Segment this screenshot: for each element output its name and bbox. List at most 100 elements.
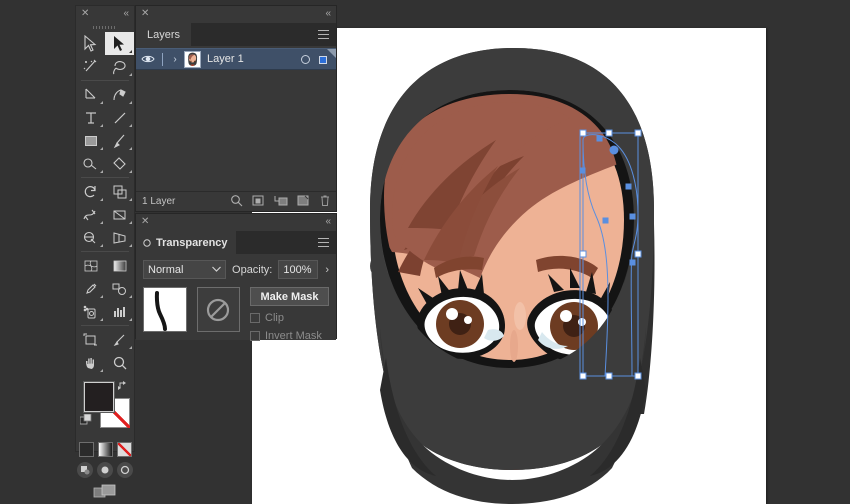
anchor-point-2[interactable]	[579, 167, 586, 174]
transparency-tab-strip[interactable]: Transparency	[136, 231, 336, 254]
transparency-body[interactable]: Normal Opacity: 100% › Make Mask Clip In…	[136, 254, 336, 342]
delete-selection-icon[interactable]	[319, 194, 331, 212]
anchor-point-6[interactable]	[629, 259, 636, 266]
artboard-tool[interactable]	[76, 328, 105, 351]
draw-normal-icon[interactable]	[77, 462, 93, 478]
toolbar-collapse-icon[interactable]: «	[123, 8, 129, 20]
pen-tool[interactable]	[76, 83, 105, 106]
layers-tab-strip[interactable]: Layers	[136, 23, 336, 46]
bbox-handle-tr[interactable]	[634, 129, 642, 137]
symbol-sprayer-tool[interactable]	[76, 300, 105, 323]
color-controls[interactable]	[76, 378, 134, 440]
anchor-point-4[interactable]	[629, 213, 636, 220]
toolbar-close-icon[interactable]: ✕	[81, 8, 89, 20]
opacity-stepper[interactable]: ›	[324, 264, 329, 276]
selection-path-outer[interactable]	[582, 134, 639, 377]
layers-footer-icons[interactable]	[230, 194, 331, 212]
column-graph-tool[interactable]	[105, 300, 134, 323]
artwork-thumbnail[interactable]	[143, 287, 187, 332]
blend-opacity-row[interactable]: Normal Opacity: 100% ›	[143, 260, 329, 279]
scale-tool[interactable]	[105, 180, 134, 203]
shaper-tool[interactable]	[76, 152, 105, 175]
shape-builder-tool[interactable]	[76, 226, 105, 249]
lasso-tool[interactable]	[105, 55, 134, 78]
transparency-panel-menu-icon[interactable]	[318, 238, 329, 247]
anchor-point-1[interactable]	[596, 135, 603, 142]
clip-row[interactable]: Clip	[250, 312, 329, 324]
eraser-tool[interactable]	[105, 152, 134, 175]
perspective-grid-tool[interactable]	[105, 226, 134, 249]
width-tool[interactable]	[76, 203, 105, 226]
selection-path-inner[interactable]	[582, 139, 609, 377]
bbox-handle-ml[interactable]	[579, 250, 587, 258]
direct-selection-tool[interactable]	[105, 32, 134, 55]
make-mask-button[interactable]: Make Mask	[250, 287, 329, 306]
curvature-tool[interactable]	[105, 83, 134, 106]
invert-mask-row[interactable]: Invert Mask	[250, 330, 329, 342]
blend-tool[interactable]	[105, 277, 134, 300]
paintbrush-tool[interactable]	[105, 129, 134, 152]
mask-row[interactable]: Make Mask Clip Invert Mask	[143, 287, 329, 342]
change-screen-mode-icon[interactable]	[93, 484, 117, 500]
color-swatch-mode[interactable]	[78, 442, 94, 457]
layers-collapse-icon[interactable]: «	[325, 8, 331, 20]
slice-tool[interactable]	[105, 328, 134, 351]
hand-tool[interactable]	[76, 351, 105, 374]
gradient-swatch-mode[interactable]	[97, 442, 113, 457]
mask-thumbnail[interactable]	[196, 287, 240, 332]
tab-layers[interactable]: Layers	[136, 23, 192, 46]
mask-controls[interactable]: Make Mask Clip Invert Mask	[250, 287, 329, 342]
bbox-handle-mr[interactable]	[634, 250, 642, 258]
layers-footer[interactable]: 1 Layer	[136, 191, 336, 211]
create-new-sublayer-icon[interactable]	[274, 194, 288, 212]
screen-mode-row[interactable]	[76, 484, 134, 500]
locate-object-icon[interactable]	[230, 194, 243, 212]
none-swatch-mode[interactable]	[116, 442, 132, 457]
draw-inside-icon[interactable]	[117, 462, 133, 478]
clip-checkbox[interactable]	[250, 313, 260, 323]
tab-transparency[interactable]: Transparency	[136, 231, 236, 254]
layers-panel-menu-icon[interactable]	[318, 30, 329, 39]
eyedropper-tool[interactable]	[76, 277, 105, 300]
control-handle-dot[interactable]	[609, 145, 619, 155]
transparency-collapse-icon[interactable]: «	[325, 216, 331, 228]
fill-color-swatch[interactable]	[83, 381, 115, 413]
bbox-handle-tc[interactable]	[605, 129, 613, 137]
zoom-tool[interactable]	[105, 351, 134, 374]
bbox-handle-tl[interactable]	[579, 129, 587, 137]
blend-mode-select[interactable]: Normal	[143, 260, 227, 279]
create-new-layer-icon[interactable]	[297, 194, 310, 212]
transparency-panel[interactable]: ✕ « Transparency Normal Opacity: 100% › …	[135, 213, 337, 342]
draw-behind-icon[interactable]	[97, 462, 113, 478]
swap-fill-stroke-icon[interactable]	[118, 380, 129, 391]
mesh-tool[interactable]	[76, 254, 105, 277]
color-mode-row[interactable]	[76, 442, 134, 457]
layer-name[interactable]: Layer 1	[207, 53, 244, 65]
anchor-point-3[interactable]	[625, 183, 632, 190]
bbox-handle-bc[interactable]	[605, 372, 613, 380]
drawing-mode-row[interactable]	[76, 462, 134, 478]
magic-wand-tool[interactable]	[76, 55, 105, 78]
selection-bbox[interactable]	[579, 132, 639, 377]
free-transform-tool[interactable]	[105, 203, 134, 226]
transparency-close-icon[interactable]: ✕	[141, 216, 149, 228]
default-fill-stroke-icon[interactable]	[80, 414, 92, 426]
selection-indicator[interactable]	[319, 56, 327, 64]
table-row[interactable]: › Layer 1	[136, 48, 336, 70]
line-segment-tool[interactable]	[105, 106, 134, 129]
type-tool[interactable]	[76, 106, 105, 129]
rectangle-tool[interactable]	[76, 129, 105, 152]
toolbar-drag-grip[interactable]	[76, 23, 134, 32]
bbox-handle-br[interactable]	[634, 372, 642, 380]
invert-mask-checkbox[interactable]	[250, 331, 260, 341]
opacity-input[interactable]: 100%	[278, 260, 319, 279]
target-indicator-icon[interactable]	[301, 55, 310, 64]
anchor-point-5[interactable]	[602, 217, 609, 224]
selection-tool[interactable]	[76, 32, 105, 55]
tools-panel[interactable]: ✕ «	[75, 5, 135, 498]
layers-close-icon[interactable]: ✕	[141, 8, 149, 20]
layers-list[interactable]: › Layer 1	[136, 46, 336, 191]
bbox-handle-bl[interactable]	[579, 372, 587, 380]
expand-chevron-icon[interactable]: ›	[168, 54, 182, 65]
visibility-eye-icon[interactable]	[136, 54, 160, 64]
